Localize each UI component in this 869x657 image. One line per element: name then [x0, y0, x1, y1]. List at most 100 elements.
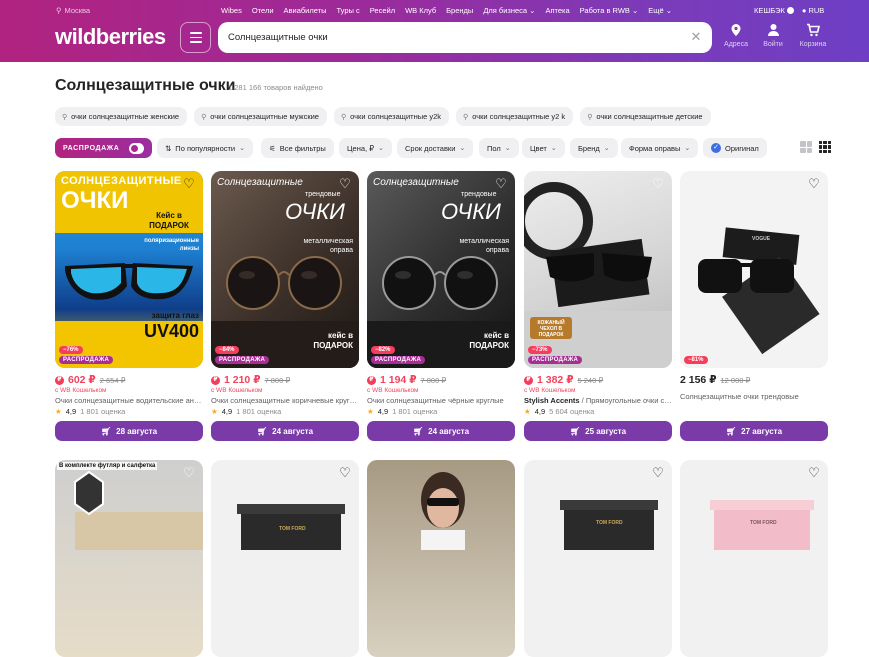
- cart-button[interactable]: Корзина: [793, 23, 833, 48]
- product-name[interactable]: Очки солнцезащитные водительские антибли…: [55, 396, 203, 405]
- heart-icon[interactable]: ♡: [337, 465, 353, 481]
- product-name[interactable]: Очки солнцезащитные коричневые круглые: [211, 396, 359, 405]
- results-count: 1 281 166 товаров найдено: [228, 83, 323, 92]
- topnav-tours[interactable]: Туры с: [337, 6, 360, 15]
- filter-frame-shape[interactable]: Форма оправы ⌄: [621, 138, 699, 158]
- topnav-flights[interactable]: Авиабилеты: [284, 6, 327, 15]
- header: ⚲ Москва Wibes Отели Авиабилеты Туры с Р…: [0, 0, 869, 62]
- query-chip[interactable]: ⚲ очки солнцезащитные мужские: [194, 107, 327, 126]
- star-icon: ★: [55, 407, 62, 416]
- topnav-wibes[interactable]: Wibes: [221, 6, 242, 15]
- filter-color[interactable]: Цвет ⌄: [522, 138, 565, 158]
- heart-icon[interactable]: ♡: [806, 465, 822, 481]
- filter-gender[interactable]: Пол ⌄: [479, 138, 519, 158]
- topnav-more[interactable]: Ещё ⌄: [648, 6, 672, 15]
- query-chip[interactable]: ⚲ очки солнцезащитные детские: [580, 107, 711, 126]
- wallet-icon: ₽: [211, 375, 220, 385]
- logo[interactable]: wildberries: [55, 24, 166, 50]
- city-selector[interactable]: ⚲ Москва: [56, 6, 90, 15]
- menu-icon: [189, 32, 202, 34]
- add-to-cart-button[interactable]: 🛒︎ 25 августа: [524, 421, 672, 441]
- clear-icon[interactable]: ✕: [689, 30, 703, 44]
- heart-icon[interactable]: ♡: [181, 465, 197, 481]
- filter-bar: РАСПРОДАЖА ⇅ По популярности ⌄ ⚟ Все фильтр…: [55, 138, 845, 158]
- currency-selector[interactable]: ● RUB: [802, 6, 824, 15]
- all-filters-button[interactable]: ⚟ Все фильтры: [261, 138, 334, 158]
- old-price: 7 000 ₽: [420, 375, 447, 385]
- query-chip[interactable]: ⚲ очки солнцезащитные y2k: [333, 107, 450, 126]
- wallet-label: с WB Кошельком: [367, 387, 419, 394]
- search-icon: ⚲: [62, 113, 68, 121]
- product-name[interactable]: Солнцезащитные очки трендовые: [680, 392, 828, 401]
- sale-badge: РАСПРОДАЖА: [215, 356, 270, 364]
- product-image[interactable]: VOGUE ♡ −81%: [680, 171, 828, 368]
- discount-badge: −82%: [371, 346, 395, 354]
- search-input[interactable]: [228, 22, 678, 53]
- heart-icon[interactable]: ♡: [181, 176, 197, 192]
- topnav-pharmacy[interactable]: Аптека: [545, 6, 569, 15]
- add-to-cart-button[interactable]: 🛒︎ 24 августа: [211, 421, 359, 441]
- heart-icon[interactable]: ♡: [337, 176, 353, 192]
- old-price: 5 240 ₽: [577, 375, 604, 385]
- grid-large-icon[interactable]: [800, 141, 812, 153]
- sort-dropdown[interactable]: ⇅ По популярности ⌄: [157, 138, 253, 158]
- toggle-dot: [786, 7, 794, 14]
- chevron-down-icon: ⌄: [504, 145, 511, 152]
- filter-delivery[interactable]: Срок доставки ⌄: [397, 138, 474, 158]
- product-image[interactable]: [367, 460, 515, 657]
- chevron-down-icon: ⌄: [684, 145, 691, 152]
- login-button[interactable]: Войти: [753, 23, 793, 48]
- product-image[interactable]: Солнцезащитные трендовые ОЧКИ металличес…: [211, 171, 359, 368]
- addresses-button[interactable]: Адреса: [716, 23, 756, 48]
- cart-icon: 🛒︎: [725, 426, 737, 436]
- query-chip[interactable]: ⚲ очки солнцезащитные женские: [55, 107, 188, 126]
- filter-original[interactable]: ✓ Оригинал: [703, 138, 767, 158]
- model-image: [421, 472, 465, 550]
- topnav-work[interactable]: Работа в RWB ⌄: [580, 6, 639, 15]
- search-box: ✕: [218, 22, 712, 53]
- topnav-business[interactable]: Для бизнеса ⌄: [483, 6, 535, 15]
- user-icon: [753, 23, 793, 39]
- top-line: ⚲ Москва Wibes Отели Авиабилеты Туры с Р…: [0, 4, 869, 18]
- sale-toggle[interactable]: РАСПРОДАЖА: [55, 138, 152, 158]
- cart-icon: 🛒︎: [100, 426, 112, 436]
- heart-icon[interactable]: ♡: [650, 465, 666, 481]
- check-icon: ✓: [711, 143, 721, 153]
- product-image[interactable]: TOM FORD ♡: [211, 460, 359, 657]
- sliders-icon: ⚟: [269, 143, 276, 153]
- switch: [129, 142, 144, 154]
- add-to-cart-button[interactable]: 🛒︎ 24 августа: [367, 421, 515, 441]
- cashback-toggle[interactable]: КЕШБЭК: [754, 6, 794, 15]
- menu-button[interactable]: [180, 22, 211, 53]
- grid-small-icon[interactable]: [819, 141, 831, 153]
- query-chip[interactable]: ⚲ очки солнцезащитные y2 k: [456, 107, 574, 126]
- filter-brand[interactable]: Бренд ⌄: [570, 138, 618, 158]
- product-image[interactable]: В комплекте футляр и салфетка ♡: [55, 460, 203, 657]
- heart-icon[interactable]: ♡: [493, 176, 509, 192]
- product-name[interactable]: Очки солнцезащитные чёрные круглые: [367, 396, 515, 405]
- topnav-wbclub[interactable]: WB Клуб: [405, 6, 436, 15]
- topnav-brands[interactable]: Бренды: [446, 6, 473, 15]
- cart-icon: [793, 23, 833, 39]
- product-image[interactable]: СОЛНЦЕЗАЩИТНЫЕ ОЧКИ Кейс в ПОДАРОК поляр…: [55, 171, 203, 368]
- location-pin-icon: ⚲: [56, 6, 62, 15]
- chevron-down-icon: ⌄: [377, 145, 384, 152]
- product-image[interactable]: Солнцезащитные трендовые ОЧКИ металличес…: [367, 171, 515, 368]
- sale-badge: РАСПРОДАЖА: [528, 356, 583, 364]
- heart-icon[interactable]: ♡: [650, 176, 666, 192]
- price: ₽1 194 ₽7 000 ₽: [367, 374, 446, 386]
- topnav-resale[interactable]: Ресейл: [370, 6, 395, 15]
- star-icon: ★: [211, 407, 218, 416]
- heart-icon[interactable]: ♡: [806, 176, 822, 192]
- product-image[interactable]: TOM FORD ♡: [680, 460, 828, 657]
- product-name[interactable]: Stylish Accents / Прямоугольные очки сол…: [524, 396, 672, 405]
- search-icon: ⚲: [340, 113, 347, 121]
- topnav-hotels[interactable]: Отели: [252, 6, 274, 15]
- filter-price[interactable]: Цена, ₽ ⌄: [339, 138, 392, 158]
- product-image[interactable]: КОЖАНЫЙ ЧЕХОЛ В ПОДАРОК ♡ −73% РАСПРОДАЖ…: [524, 171, 672, 368]
- add-to-cart-button[interactable]: 🛒︎ 28 августа: [55, 421, 203, 441]
- product-image[interactable]: TOM FORD ♡: [524, 460, 672, 657]
- add-to-cart-button[interactable]: 🛒︎ 27 августа: [680, 421, 828, 441]
- wallet-label: с WB Кошельком: [524, 387, 576, 394]
- suggested-queries: ⚲ очки солнцезащитные женские ⚲ очки солнц…: [55, 107, 711, 126]
